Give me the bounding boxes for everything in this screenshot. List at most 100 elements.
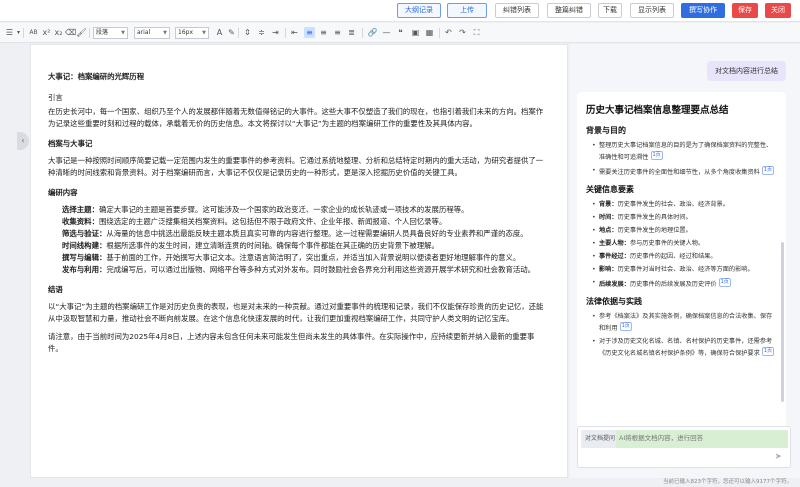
summary-item: 对于涉及历史文化名城、名镇、名村保护的历史事件，还需参考《历史文化名城名镇名村保… — [592, 337, 778, 359]
list-item-text: 从海量的信息中挑选出最能反映主题本质且真实可靠的内容进行整理。这一过程需要编研人… — [106, 229, 528, 238]
section-heading: 结语 — [48, 285, 63, 294]
format-toolbar: ☰ ▾ AB x² x₂ ⌫ 🖌 段落 ▼ arial ▼ 16px ▼ A ✎ ⇕ … — [0, 23, 800, 43]
indent-increase-icon[interactable]: ⇤ — [289, 27, 300, 38]
summary-item-text: 需要关注历史事件的全面性和细节性，从多个角度收集资料 — [599, 169, 760, 177]
redo-icon[interactable]: ↷ — [457, 27, 468, 38]
chevron-down-icon: ▼ — [163, 30, 167, 36]
summary-item-term: 事件经过： — [599, 253, 630, 261]
page-ref-badge[interactable]: 1页 — [761, 166, 775, 176]
list-item-text: 基于前面的工作，开始撰写大事记文本。注意语言简洁明了，突出重点，并适当加入背景说… — [106, 253, 521, 262]
format-brush-icon[interactable]: 🖌 — [76, 27, 87, 38]
user-message-bubble: 对文档内容进行总结 — [707, 61, 786, 81]
summary-item-term: 影响： — [599, 266, 618, 274]
superscript-icon[interactable]: x² — [41, 27, 52, 38]
collapse-sidebar-handle[interactable]: ‹ — [17, 132, 29, 150]
row-height-icon[interactable]: ⇕ — [242, 27, 253, 38]
panel-scrollbar[interactable] — [781, 242, 784, 402]
page-ref-badge[interactable]: 1页 — [761, 347, 775, 357]
image-icon[interactable]: ▣ — [410, 27, 421, 38]
summary-item-text: 历史事件的起因、经过和结果。 — [629, 253, 717, 261]
subscript-icon[interactable]: x₂ — [53, 27, 64, 38]
page-ref-badge[interactable]: 1页 — [650, 151, 663, 160]
quote-icon[interactable]: ❝ — [395, 27, 406, 38]
list-item: 收集资料：围绕选定的主题广泛搜集相关档案资料。这包括但不限于政府文件、企业年报、… — [62, 216, 549, 228]
paragraph-style-select[interactable]: 段落 ▼ — [93, 27, 128, 39]
full-correction-button[interactable]: 整篇纠错 — [547, 3, 591, 18]
list-item-text: 完成编写后，可以通过出版物、网络平台等多种方式对外发布。同时鼓励社会各界充分利用… — [106, 265, 536, 274]
toolbar-divider — [439, 28, 440, 38]
list-item-term: 撰写与编辑： — [62, 253, 107, 262]
toolbar-divider — [285, 28, 286, 38]
download-button[interactable]: 下载 — [598, 3, 622, 18]
section-heading: 编研内容 — [48, 188, 78, 197]
undo-icon[interactable]: ↶ — [443, 27, 454, 38]
toolbar-divider — [23, 28, 24, 38]
summary-list: 背景：历史事件发生的社会、政治、经济背景。 时间：历史事件发生的具体时间。 地点… — [592, 200, 778, 290]
summary-item: 需要关注历史事件的全面性和细节性，从多个角度收集资料1页 — [592, 166, 778, 178]
close-button[interactable]: 关闭 — [765, 3, 791, 18]
summary-item: 主要人物：参与历史事件的关键人物。 — [592, 239, 778, 249]
ai-assistant-panel: 对文档内容进行总结 历史大事记档案信息整理要点总结 背景与目的 整理历史大事记档… — [570, 44, 800, 478]
toolbar-divider — [362, 28, 363, 38]
upload-button[interactable]: 上传 — [447, 3, 487, 18]
document-editor[interactable]: 大事记：档案编研的光辉历程 引言 在历史长河中，每一个国家、组织乃至个人的发展都… — [30, 44, 568, 478]
status-bar: 当前已输入823个字符，您还可以输入9177个字符。 — [0, 478, 800, 487]
intro-paragraph: 在历史长河中，每一个国家、组织乃至个人的发展都伴随着无数值得铭记的大事件。这些大… — [48, 107, 544, 128]
summary-item: 后续发展：历史事件的后续发展及历史评价1页 — [592, 278, 778, 290]
ask-document-tag[interactable]: 对文档提问 — [581, 430, 620, 448]
question-input[interactable] — [616, 430, 788, 448]
summary-item-text: 历史事件对当时社会、政治、经济等方面的影响。 — [617, 266, 754, 274]
summary-item: 事件经过：历史事件的起因、经过和结果。 — [592, 252, 778, 262]
strikethrough-icon[interactable]: AB — [28, 27, 39, 38]
align-left-icon[interactable]: ≡ — [304, 27, 315, 38]
clear-format-icon[interactable]: ⌫ — [65, 27, 76, 38]
toolbar-divider — [89, 28, 90, 38]
indent-icon[interactable]: ⇥ — [270, 27, 281, 38]
table-icon[interactable]: ▦ — [424, 27, 435, 38]
align-justify-icon[interactable]: ≣ — [346, 27, 357, 38]
summary-item: 影响：历史事件对当时社会、政治、经济等方面的影响。 — [592, 265, 778, 275]
summary-item-text: 参与历史事件的关键人物。 — [629, 240, 705, 248]
horizontal-rule-icon[interactable]: — — [381, 27, 392, 38]
list-item-term: 收集资料： — [62, 217, 99, 226]
outline-record-button[interactable]: 大纲记录 — [397, 3, 441, 18]
show-list-button[interactable]: 显示列表 — [630, 3, 674, 18]
document-title: 大事记：档案编研的光辉历程 — [48, 72, 145, 81]
summary-item-text: 历史事件发生的地理位置。 — [617, 227, 692, 235]
writing-collab-button[interactable]: 撰写协作 — [681, 3, 725, 18]
font-color-icon[interactable]: A — [214, 27, 225, 38]
font-size-value: 16px — [178, 29, 193, 36]
font-family-select[interactable]: arial ▼ — [134, 27, 170, 39]
section-paragraph: 大事记是一种按照时间顺序简要记载一定范围内发生的重要事件的参考资料。它通过系统地… — [48, 156, 544, 177]
font-size-select[interactable]: 16px ▼ — [175, 27, 209, 39]
summary-item-text: 整理历史大事记档案信息的目的是为了确保档案资料的完整性、准确性和可追溯性 — [599, 142, 773, 162]
summary-card: 历史大事记档案信息整理要点总结 背景与目的 整理历史大事记档案信息的目的是为了确… — [577, 92, 786, 462]
save-button[interactable]: 保存 — [732, 3, 758, 18]
paragraph-spacing-icon[interactable]: ≑ — [256, 27, 267, 38]
list-item: 选择主题：确定大事记的主题是首要步骤。这可能涉及一个国家的政治变迁、一家企业的成… — [62, 204, 549, 216]
send-icon[interactable]: ➤ — [774, 452, 782, 462]
correction-list-button[interactable]: 纠错列表 — [495, 3, 539, 18]
fullscreen-icon[interactable]: ⛶ — [471, 27, 482, 38]
highlight-icon[interactable]: ✎ — [226, 27, 237, 38]
align-right-icon[interactable]: ≡ — [332, 27, 343, 38]
summary-item-term: 地点： — [599, 227, 618, 235]
section-heading: 档案与大事记 — [48, 139, 93, 148]
list-item-term: 选择主题： — [62, 205, 99, 214]
link-icon[interactable]: 🔗 — [367, 27, 378, 38]
question-input-box: 对文档提问 ➤ — [577, 426, 791, 468]
summary-list: 参考《档案法》及其实施条例，确保档案信息的合法收集、保存和利用1页 对于涉及历史… — [592, 312, 778, 359]
summary-section-heading: 法律依据与实践 — [586, 297, 642, 307]
chevron-left-icon: ‹ — [21, 136, 25, 145]
list-item: 筛选与验证：从海量的信息中挑选出最能反映主题本质且真实可靠的内容进行整理。这一过… — [62, 228, 549, 240]
summary-list: 整理历史大事记档案信息的目的是为了确保档案资料的完整性、准确性和可追溯性1页 需… — [592, 141, 778, 178]
summary-item-term: 时间： — [599, 214, 618, 222]
page-ref-badge[interactable]: 1页 — [619, 322, 632, 332]
summary-title: 历史大事记档案信息整理要点总结 — [586, 105, 729, 116]
page-ref-badge[interactable]: 1页 — [718, 278, 731, 288]
top-action-bar: 大纲记录 上传 纠错列表 整篇纠错 下载 显示列表 撰写协作 保存 关闭 — [0, 0, 800, 22]
summary-item-text: 对于涉及历史文化名城、名镇、名村保护的历史事件，还需参考《历史文化名城名镇名村保… — [599, 338, 773, 358]
align-center-icon[interactable]: ≡ — [318, 27, 329, 38]
summary-item-term: 后续发展： — [599, 281, 630, 289]
font-family-value: arial — [137, 29, 151, 36]
